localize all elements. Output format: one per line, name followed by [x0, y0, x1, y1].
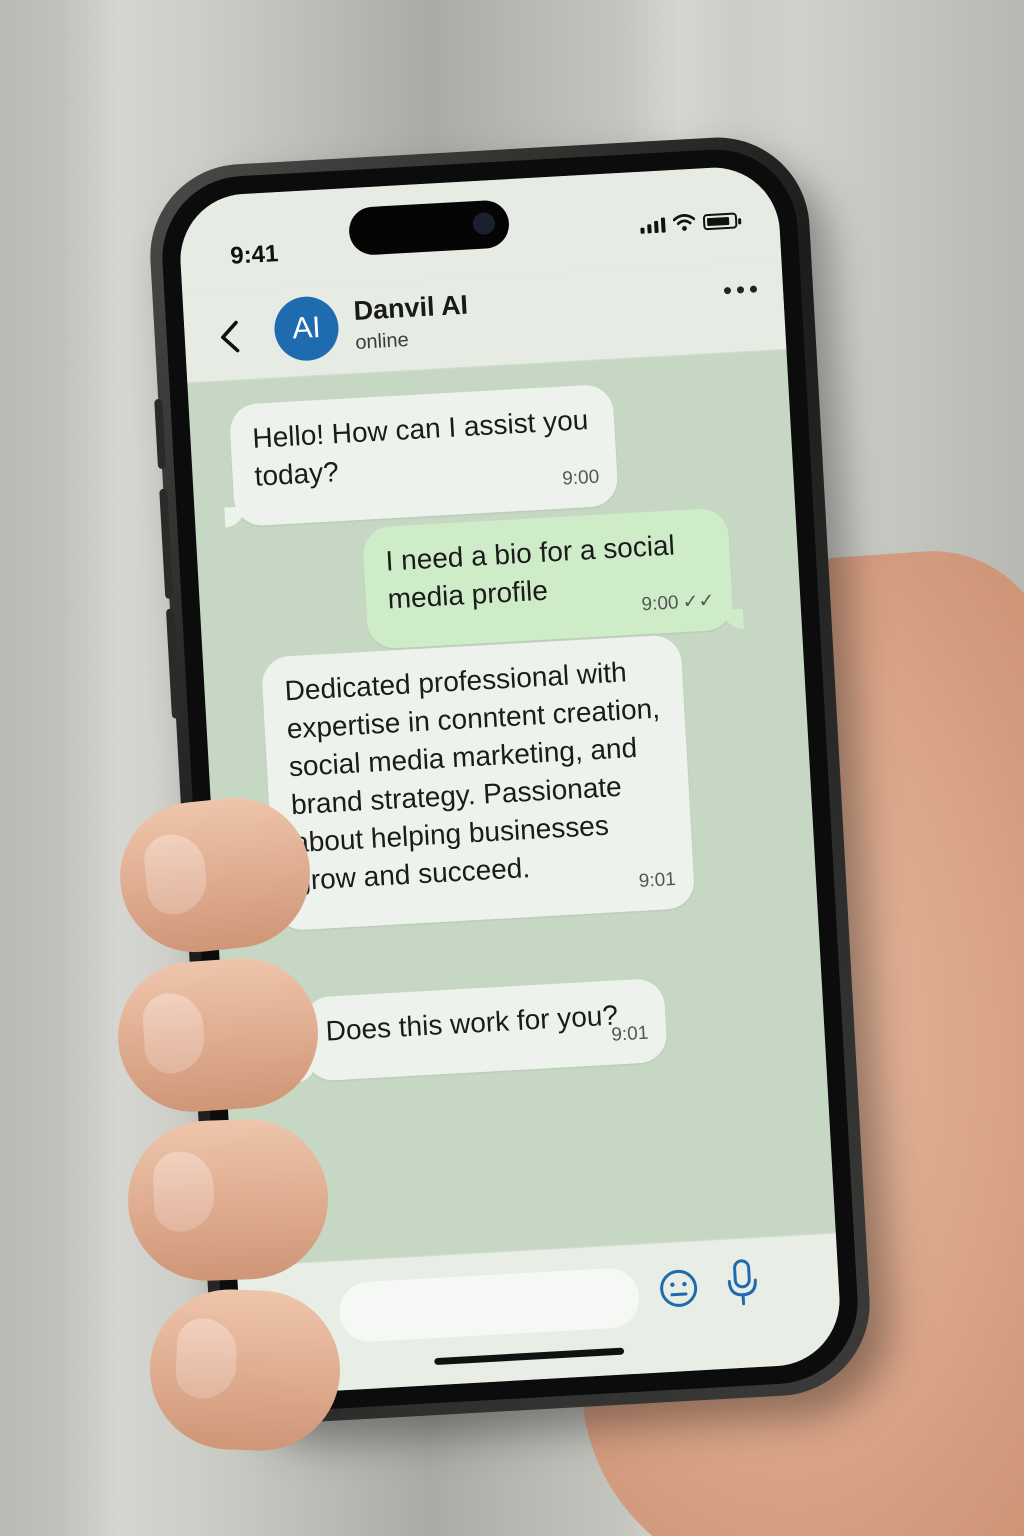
message-time: 9:00 — [561, 466, 600, 490]
message-text: Does this work for you? — [324, 999, 619, 1047]
message-bubble-outgoing[interactable]: I need a bio for a social media profile … — [361, 507, 744, 650]
message-text: Dedicated professional with expertise in… — [283, 656, 661, 897]
read-receipt-icon: ✓✓ — [681, 590, 715, 614]
front-camera — [472, 211, 496, 236]
message-text: I need a bio for a social media profile — [384, 529, 676, 615]
status-time: 9:41 — [229, 240, 280, 270]
contact-status: online — [354, 328, 410, 354]
more-dots-icon[interactable] — [723, 285, 758, 295]
message-bubble-incoming[interactable]: Does this work for you? 9:01 — [295, 977, 668, 1083]
dynamic-island — [347, 199, 511, 257]
message-time: 9:01 — [638, 868, 677, 892]
message-input[interactable] — [337, 1266, 641, 1344]
finger — [147, 1286, 343, 1454]
battery-icon — [702, 212, 742, 231]
avatar-initials: AI — [291, 310, 322, 346]
message-time-status: 9:00 ✓✓ — [641, 582, 716, 624]
microphone-icon[interactable] — [721, 1256, 764, 1310]
signal-icon — [640, 217, 666, 234]
message-time: 9:00 — [641, 592, 680, 616]
home-indicator[interactable] — [434, 1347, 625, 1366]
emoji-smile-icon[interactable] — [655, 1265, 701, 1311]
status-icons — [640, 210, 742, 234]
wifi-icon — [672, 214, 696, 231]
message-bubble-incoming[interactable]: Dedicated professional with expertise in… — [260, 634, 696, 932]
message-text: Hello! How can I assist you today? — [251, 404, 590, 492]
message-bubble-incoming[interactable]: Hello! How can I assist you today? 9:00 — [224, 383, 619, 528]
back-chevron-icon[interactable] — [212, 316, 250, 358]
finger — [125, 1116, 331, 1284]
contact-name[interactable]: Danvil AI — [353, 290, 469, 327]
message-time: 9:01 — [610, 1022, 649, 1046]
avatar[interactable]: AI — [272, 294, 341, 363]
